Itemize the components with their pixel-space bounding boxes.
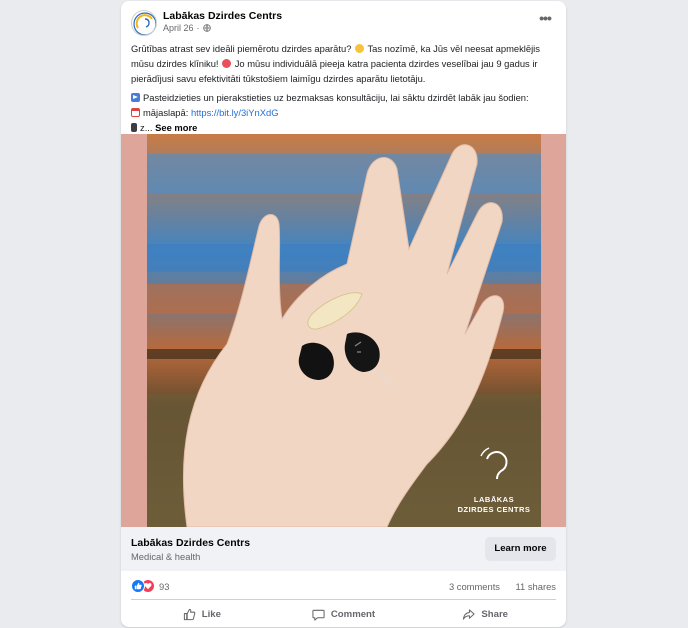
learn-more-button[interactable]: Learn more <box>485 537 556 561</box>
post-paragraph-4: z... See more <box>131 120 556 135</box>
comment-bubble-icon <box>312 609 325 621</box>
comment-button[interactable]: Comment <box>273 601 415 627</box>
link-preview[interactable]: Labākas Dzirdes Centrs Medical & health … <box>121 527 566 571</box>
image-logo-line2: DZIRDES CENTRS <box>458 505 531 514</box>
shares-count[interactable]: 11 shares <box>516 581 556 592</box>
share-label: Share <box>481 608 509 620</box>
heart-eyes-emoji-icon <box>222 59 232 68</box>
more-options-button[interactable]: ••• <box>536 11 554 29</box>
thumbs-up-icon <box>183 608 196 620</box>
website-link[interactable]: https://bit.ly/3iYnXdG <box>191 107 279 118</box>
post-meta: April 26 · <box>163 23 211 33</box>
globe-icon <box>202 24 211 32</box>
page-avatar[interactable] <box>131 10 157 36</box>
comment-label: Comment <box>330 608 376 620</box>
calendar-icon <box>131 108 140 117</box>
truncated-text: z... <box>140 122 156 133</box>
like-reaction-icon <box>131 579 145 593</box>
link-preview-title[interactable]: Labākas Dzirdes Centrs <box>131 537 250 549</box>
post-text: Grūtības atrast sev ideāli piemērotu dzi… <box>131 41 556 135</box>
like-button[interactable]: Like <box>131 601 273 627</box>
post-image-frame[interactable]: LABĀKAS DZIRDES CENTRS <box>121 134 566 527</box>
post-header: Labākas Dzirdes Centrs April 26 · ••• <box>121 1 566 39</box>
sad-face-emoji-icon <box>355 44 365 53</box>
more-options-icon: ••• <box>539 10 552 26</box>
website-label: mājaslapā: <box>143 107 191 118</box>
post-text-segment: Pasteidzieties un pierakstieties uz bezm… <box>143 92 529 103</box>
post-date[interactable]: April 26 <box>163 23 194 33</box>
see-more-link[interactable]: See more <box>155 122 197 133</box>
share-arrow-icon <box>463 608 475 620</box>
post-paragraph-1: Grūtības atrast sev ideāli piemērotu dzi… <box>131 41 556 86</box>
post-paragraph-3: mājaslapā: https://bit.ly/3iYnXdG <box>131 105 556 120</box>
page-logo <box>133 12 156 35</box>
post-paragraph-2: Pasteidzieties un pierakstieties uz bezm… <box>131 90 556 105</box>
page-name[interactable]: Labākas Dzirdes Centrs <box>163 10 282 22</box>
post-text-segment: Grūtības atrast sev ideāli piemērotu dzi… <box>131 43 355 54</box>
image-logo-line1: LABĀKAS <box>474 495 514 504</box>
like-label: Like <box>201 608 221 620</box>
meta-separator: · <box>196 23 200 33</box>
engagement-stats: 93 3 comments 11 shares <box>131 575 556 597</box>
comments-count[interactable]: 3 comments <box>449 581 500 592</box>
phone-icon <box>131 123 137 132</box>
post-actions: Like Comment Share <box>131 601 556 627</box>
arrow-right-icon <box>131 93 140 102</box>
link-preview-subtitle: Medical & health <box>131 551 201 562</box>
post-card: Labākas Dzirdes Centrs April 26 · ••• Gr… <box>121 1 566 627</box>
post-photo[interactable]: LABĀKAS DZIRDES CENTRS <box>147 134 541 527</box>
reaction-count: 93 <box>159 580 170 592</box>
share-button[interactable]: Share <box>414 601 556 627</box>
reactions-summary[interactable]: 93 <box>131 579 169 593</box>
actions-divider <box>131 599 556 600</box>
